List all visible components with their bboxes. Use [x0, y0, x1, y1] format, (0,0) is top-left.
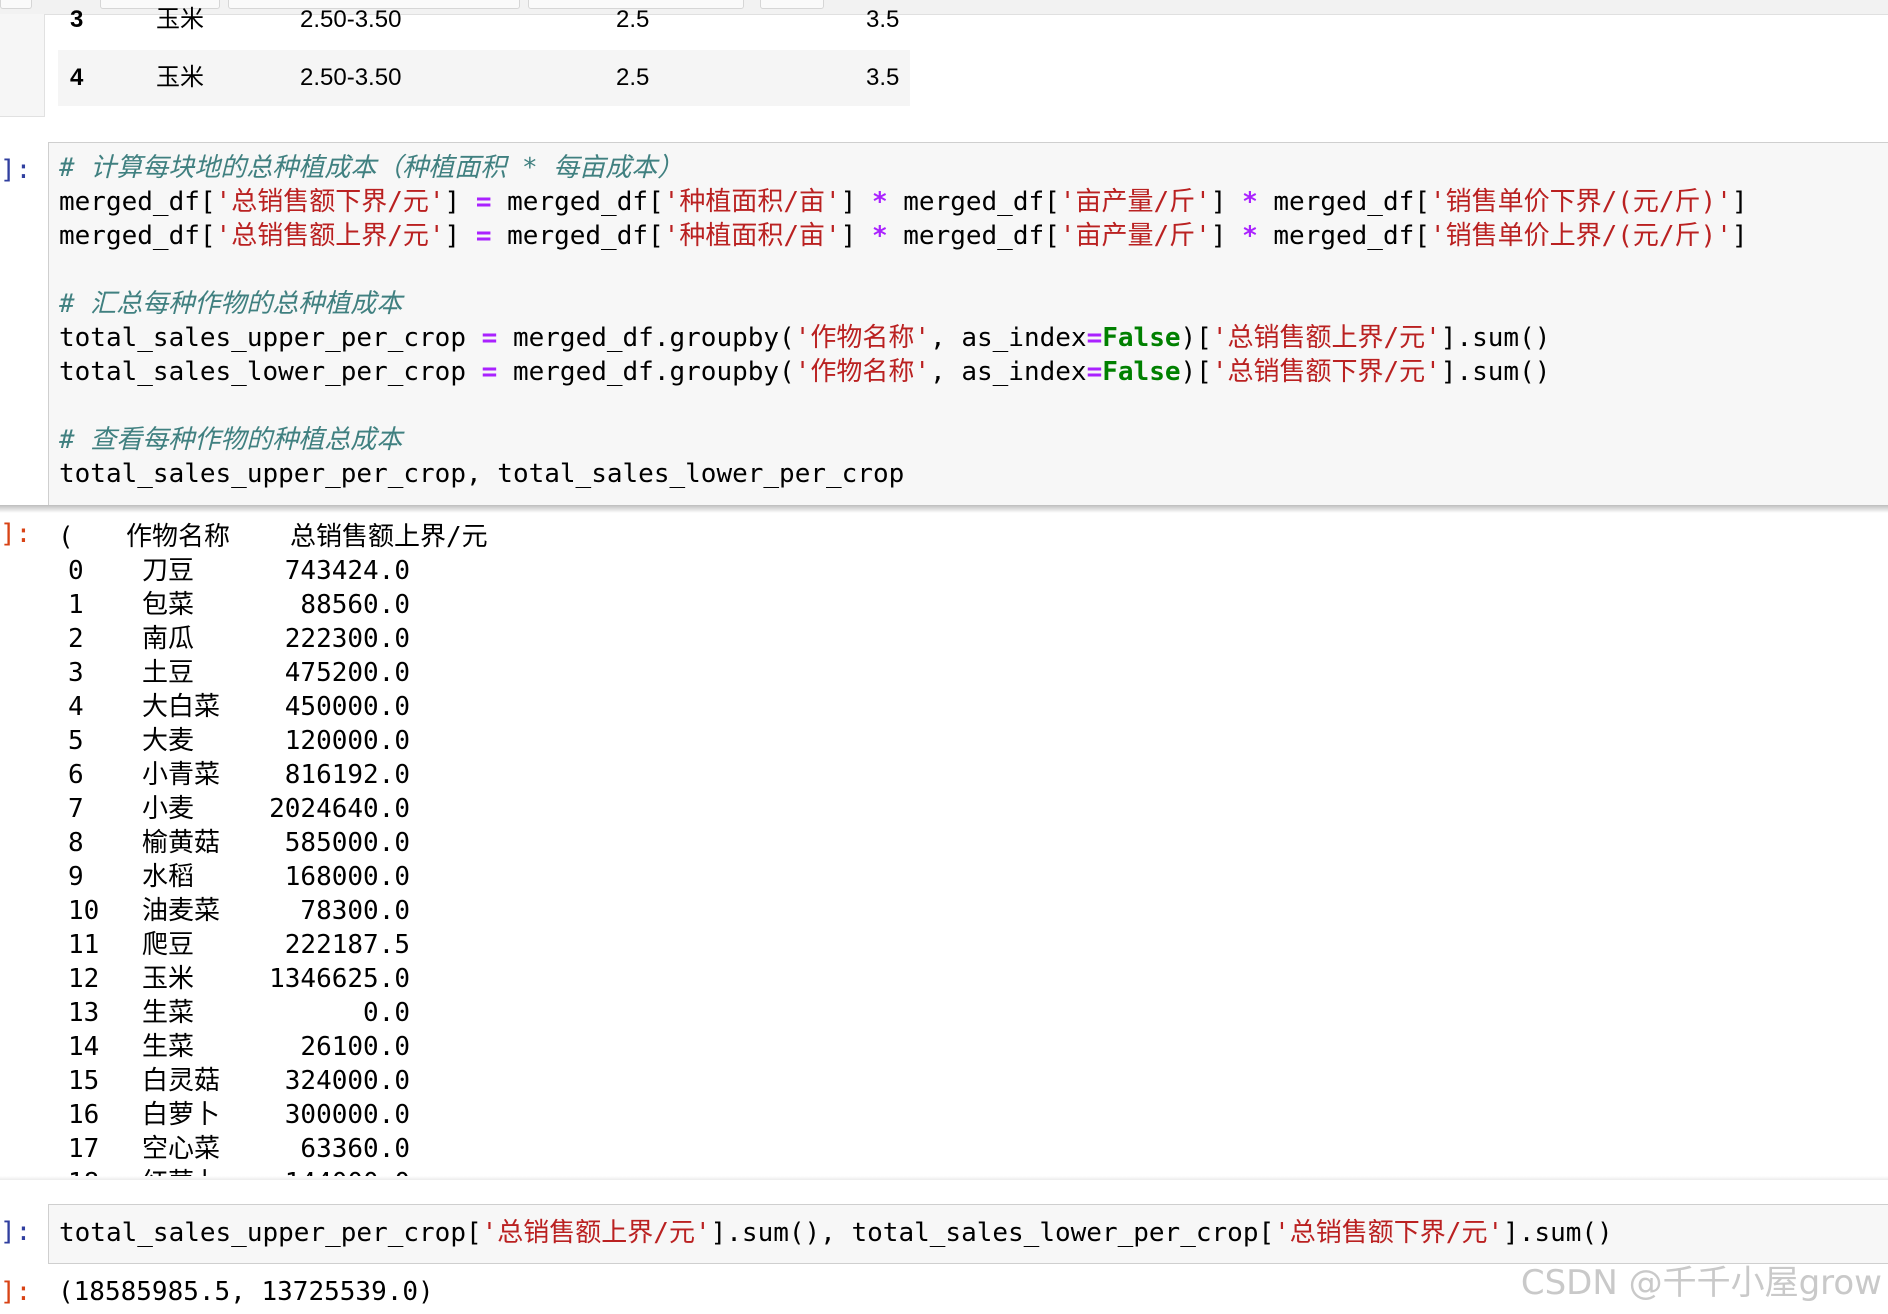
- output-prompt: ]:: [0, 519, 32, 549]
- row-index: 5: [68, 726, 84, 756]
- sales-value: 26100.0: [300, 1032, 410, 1062]
- price-upper: 3.5: [866, 6, 900, 33]
- crop-name: 爬豆: [142, 930, 195, 960]
- row-index: 3: [70, 6, 84, 33]
- result-text: (18585985.5, 13725539.0): [58, 1277, 434, 1307]
- input-prompt: ]:: [0, 1217, 32, 1247]
- sales-value: 168000.0: [284, 862, 410, 892]
- code-comment: # 汇总每种作物的总种植成本: [59, 289, 403, 319]
- row-index: 3: [68, 658, 84, 688]
- row-index: 0: [68, 556, 84, 586]
- code-comment: # 查看每种作物的种植总成本: [59, 425, 403, 455]
- sales-value: 63360.0: [300, 1134, 410, 1164]
- price-lower: 2.5: [616, 6, 650, 33]
- crop-name: 生菜: [142, 998, 195, 1028]
- crop-name: 榆黄菇: [142, 828, 221, 858]
- row-index: 16: [68, 1100, 100, 1130]
- row-index: 11: [68, 930, 100, 960]
- code-line: merged_df['总销售额上界/元'] = merged_df['种植面积/…: [59, 221, 1748, 251]
- table-row: 4 玉米 2.50-3.50 2.5 3.5: [58, 50, 910, 106]
- crop-name: 大麦: [142, 726, 195, 756]
- crop-name: 包菜: [142, 590, 195, 620]
- row-index: 2: [68, 624, 84, 654]
- sales-value: 816192.0: [284, 760, 410, 790]
- output-collapse-bar[interactable]: [0, 14, 45, 117]
- crop-name: 南瓜: [142, 624, 195, 654]
- code-cell-input[interactable]: # 计算每块地的总种植成本（种植面积 * 每亩成本） merged_df['总销…: [48, 142, 1888, 506]
- sales-value: 1346625.0: [269, 964, 410, 994]
- crop-name: 白灵菇: [142, 1066, 221, 1096]
- column-header: 总销售额上界/元: [290, 522, 488, 552]
- sales-value: 222187.5: [284, 930, 410, 960]
- input-prompt: ]:: [0, 155, 32, 185]
- toolbar-button[interactable]: [0, 0, 32, 9]
- sales-value: 88560.0: [300, 590, 410, 620]
- code-line: total_sales_upper_per_crop['总销售额上界/元'].s…: [59, 1218, 1613, 1248]
- sales-value: 324000.0: [284, 1066, 410, 1096]
- row-index: 14: [68, 1032, 100, 1062]
- row-index: 17: [68, 1134, 100, 1164]
- row-index: 4: [68, 692, 84, 722]
- price-range: 2.50-3.50: [300, 6, 402, 33]
- row-index: 9: [68, 862, 84, 892]
- crop-name: 玉米: [156, 6, 204, 33]
- row-index: 12: [68, 964, 100, 994]
- crop-name: 刀豆: [142, 556, 195, 586]
- sales-value: 78300.0: [300, 896, 410, 926]
- code-comment: # 计算每块地的总种植成本（种植面积 * 每亩成本）: [59, 153, 684, 183]
- crop-name: 玉米: [156, 64, 204, 91]
- sales-value: 120000.0: [284, 726, 410, 756]
- code-editor[interactable]: # 计算每块地的总种植成本（种植面积 * 每亩成本） merged_df['总销…: [59, 151, 1748, 489]
- sales-value: 450000.0: [284, 692, 410, 722]
- sales-value: 2024640.0: [269, 794, 410, 824]
- crop-name: 土豆: [142, 658, 195, 688]
- scroll-shadow: [0, 505, 1888, 513]
- row-index: 8: [68, 828, 84, 858]
- column-header: 作物名称: [126, 522, 231, 552]
- row-index: 13: [68, 998, 100, 1028]
- crop-name: 小麦: [142, 794, 195, 824]
- sales-value: 475200.0: [284, 658, 410, 688]
- crop-name: 白萝卜: [142, 1100, 221, 1130]
- sales-value: 300000.0: [284, 1100, 410, 1130]
- row-index: 10: [68, 896, 100, 926]
- sales-value: 743424.0: [284, 556, 410, 586]
- price-upper: 3.5: [866, 64, 900, 91]
- sales-value: 222300.0: [284, 624, 410, 654]
- crop-name: 生菜: [142, 1032, 195, 1062]
- row-index: 4: [70, 64, 84, 91]
- code-line: total_sales_upper_per_crop = merged_df.g…: [59, 323, 1551, 353]
- watermark: CSDN @千千小屋grow: [1520, 1263, 1882, 1303]
- crop-name: 大白菜: [142, 692, 221, 722]
- sales-value: 585000.0: [284, 828, 410, 858]
- sales-value: 0.0: [363, 998, 410, 1028]
- crop-name: 水稻: [142, 862, 195, 892]
- row-index: 15: [68, 1066, 100, 1096]
- row-index: 1: [68, 590, 84, 620]
- row-index: 7: [68, 794, 84, 824]
- code-line: merged_df['总销售额下界/元'] = merged_df['种植面积/…: [59, 187, 1748, 217]
- table-row: 3 玉米 2.50-3.50 2.5 3.5: [58, 0, 910, 48]
- code-line: total_sales_lower_per_crop = merged_df.g…: [59, 357, 1551, 387]
- crop-name: 空心菜: [142, 1134, 221, 1164]
- crop-name: 小青菜: [142, 760, 221, 790]
- price-range: 2.50-3.50: [300, 64, 402, 91]
- code-line: total_sales_upper_per_crop, total_sales_…: [59, 459, 905, 489]
- crop-name: 油麦菜: [142, 896, 221, 926]
- row-index: 6: [68, 760, 84, 790]
- price-lower: 2.5: [616, 64, 650, 91]
- crop-name: 玉米: [142, 964, 195, 994]
- output-header: ( 作物名称 总销售额上界/元: [58, 522, 488, 552]
- output-prompt: ]:: [0, 1277, 32, 1307]
